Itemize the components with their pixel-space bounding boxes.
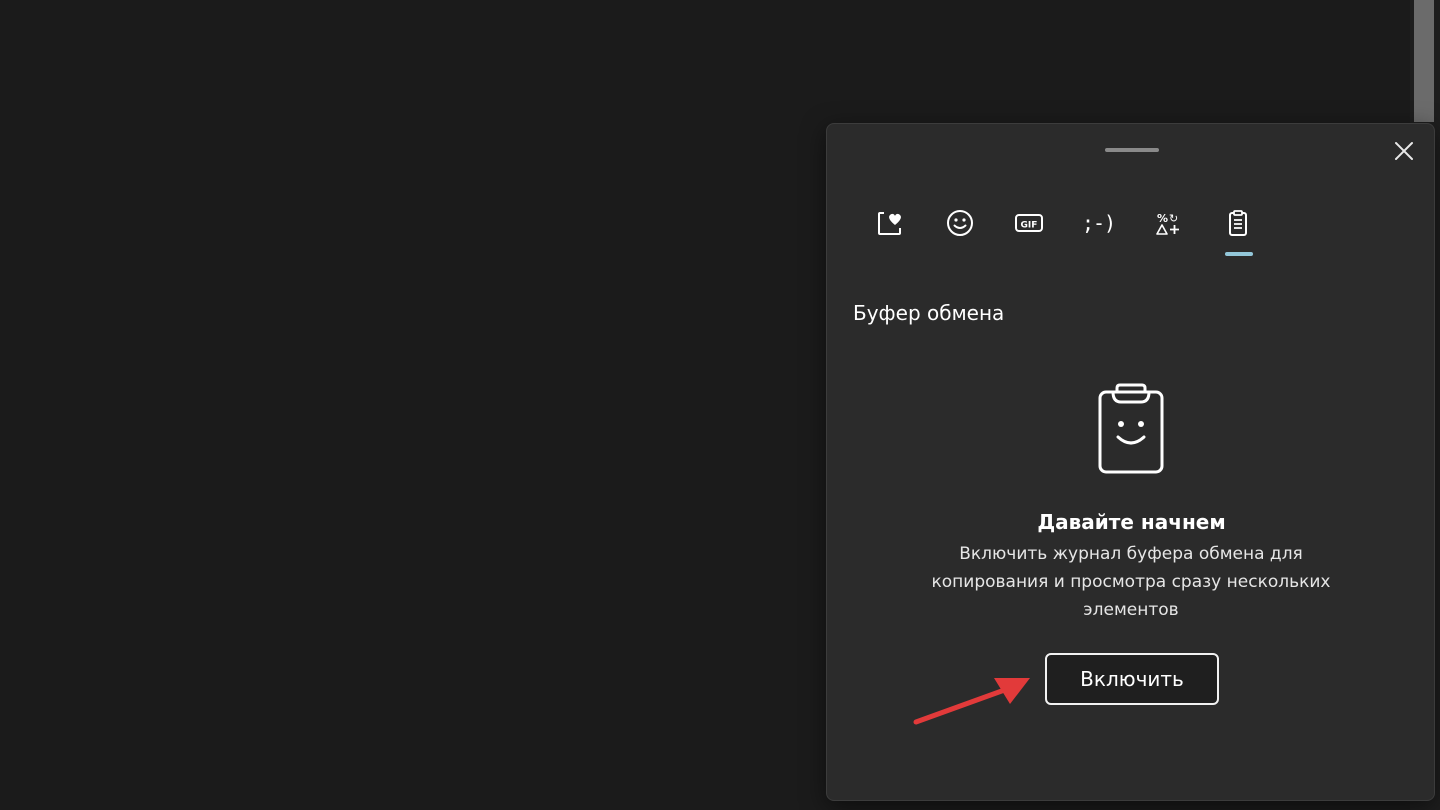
enable-button[interactable]: Включить <box>1045 653 1219 705</box>
tab-gif[interactable]: GIF <box>1006 200 1052 246</box>
kaomoji-icon: ;-) <box>1081 211 1116 235</box>
svg-text:%: % <box>1157 212 1168 225</box>
drag-handle[interactable] <box>1105 148 1159 152</box>
tab-kaomoji[interactable]: ;-) <box>1076 200 1122 246</box>
category-tabs: GIF ;-) % ↻ <box>867 200 1284 260</box>
close-icon <box>1395 142 1413 160</box>
tab-symbols[interactable]: % ↻ <box>1145 200 1191 246</box>
scrollbar-thumb[interactable] <box>1414 0 1434 122</box>
section-title: Буфер обмена <box>853 301 1005 325</box>
smiley-icon <box>946 210 973 236</box>
gif-icon: GIF <box>1015 214 1043 232</box>
tab-emoji[interactable] <box>937 200 983 246</box>
selected-tab-indicator <box>1224 252 1253 256</box>
smiling-clipboard-icon <box>1098 383 1164 474</box>
svg-text:GIF: GIF <box>1021 221 1038 231</box>
empty-state-description: Включить журнал буфера обмена для копиро… <box>931 544 1331 620</box>
heart-clipboard-icon <box>878 212 901 235</box>
symbols-icon: % ↻ <box>1156 212 1179 235</box>
tab-clipboard[interactable] <box>1215 200 1261 256</box>
tab-favorites[interactable] <box>867 200 913 246</box>
clipboard-icon <box>1228 210 1247 236</box>
annotation-arrow-icon <box>913 678 1030 725</box>
svg-text:↻: ↻ <box>1169 212 1178 225</box>
close-button[interactable] <box>1387 134 1421 168</box>
empty-state-heading: Давайте начнем <box>1037 510 1226 534</box>
